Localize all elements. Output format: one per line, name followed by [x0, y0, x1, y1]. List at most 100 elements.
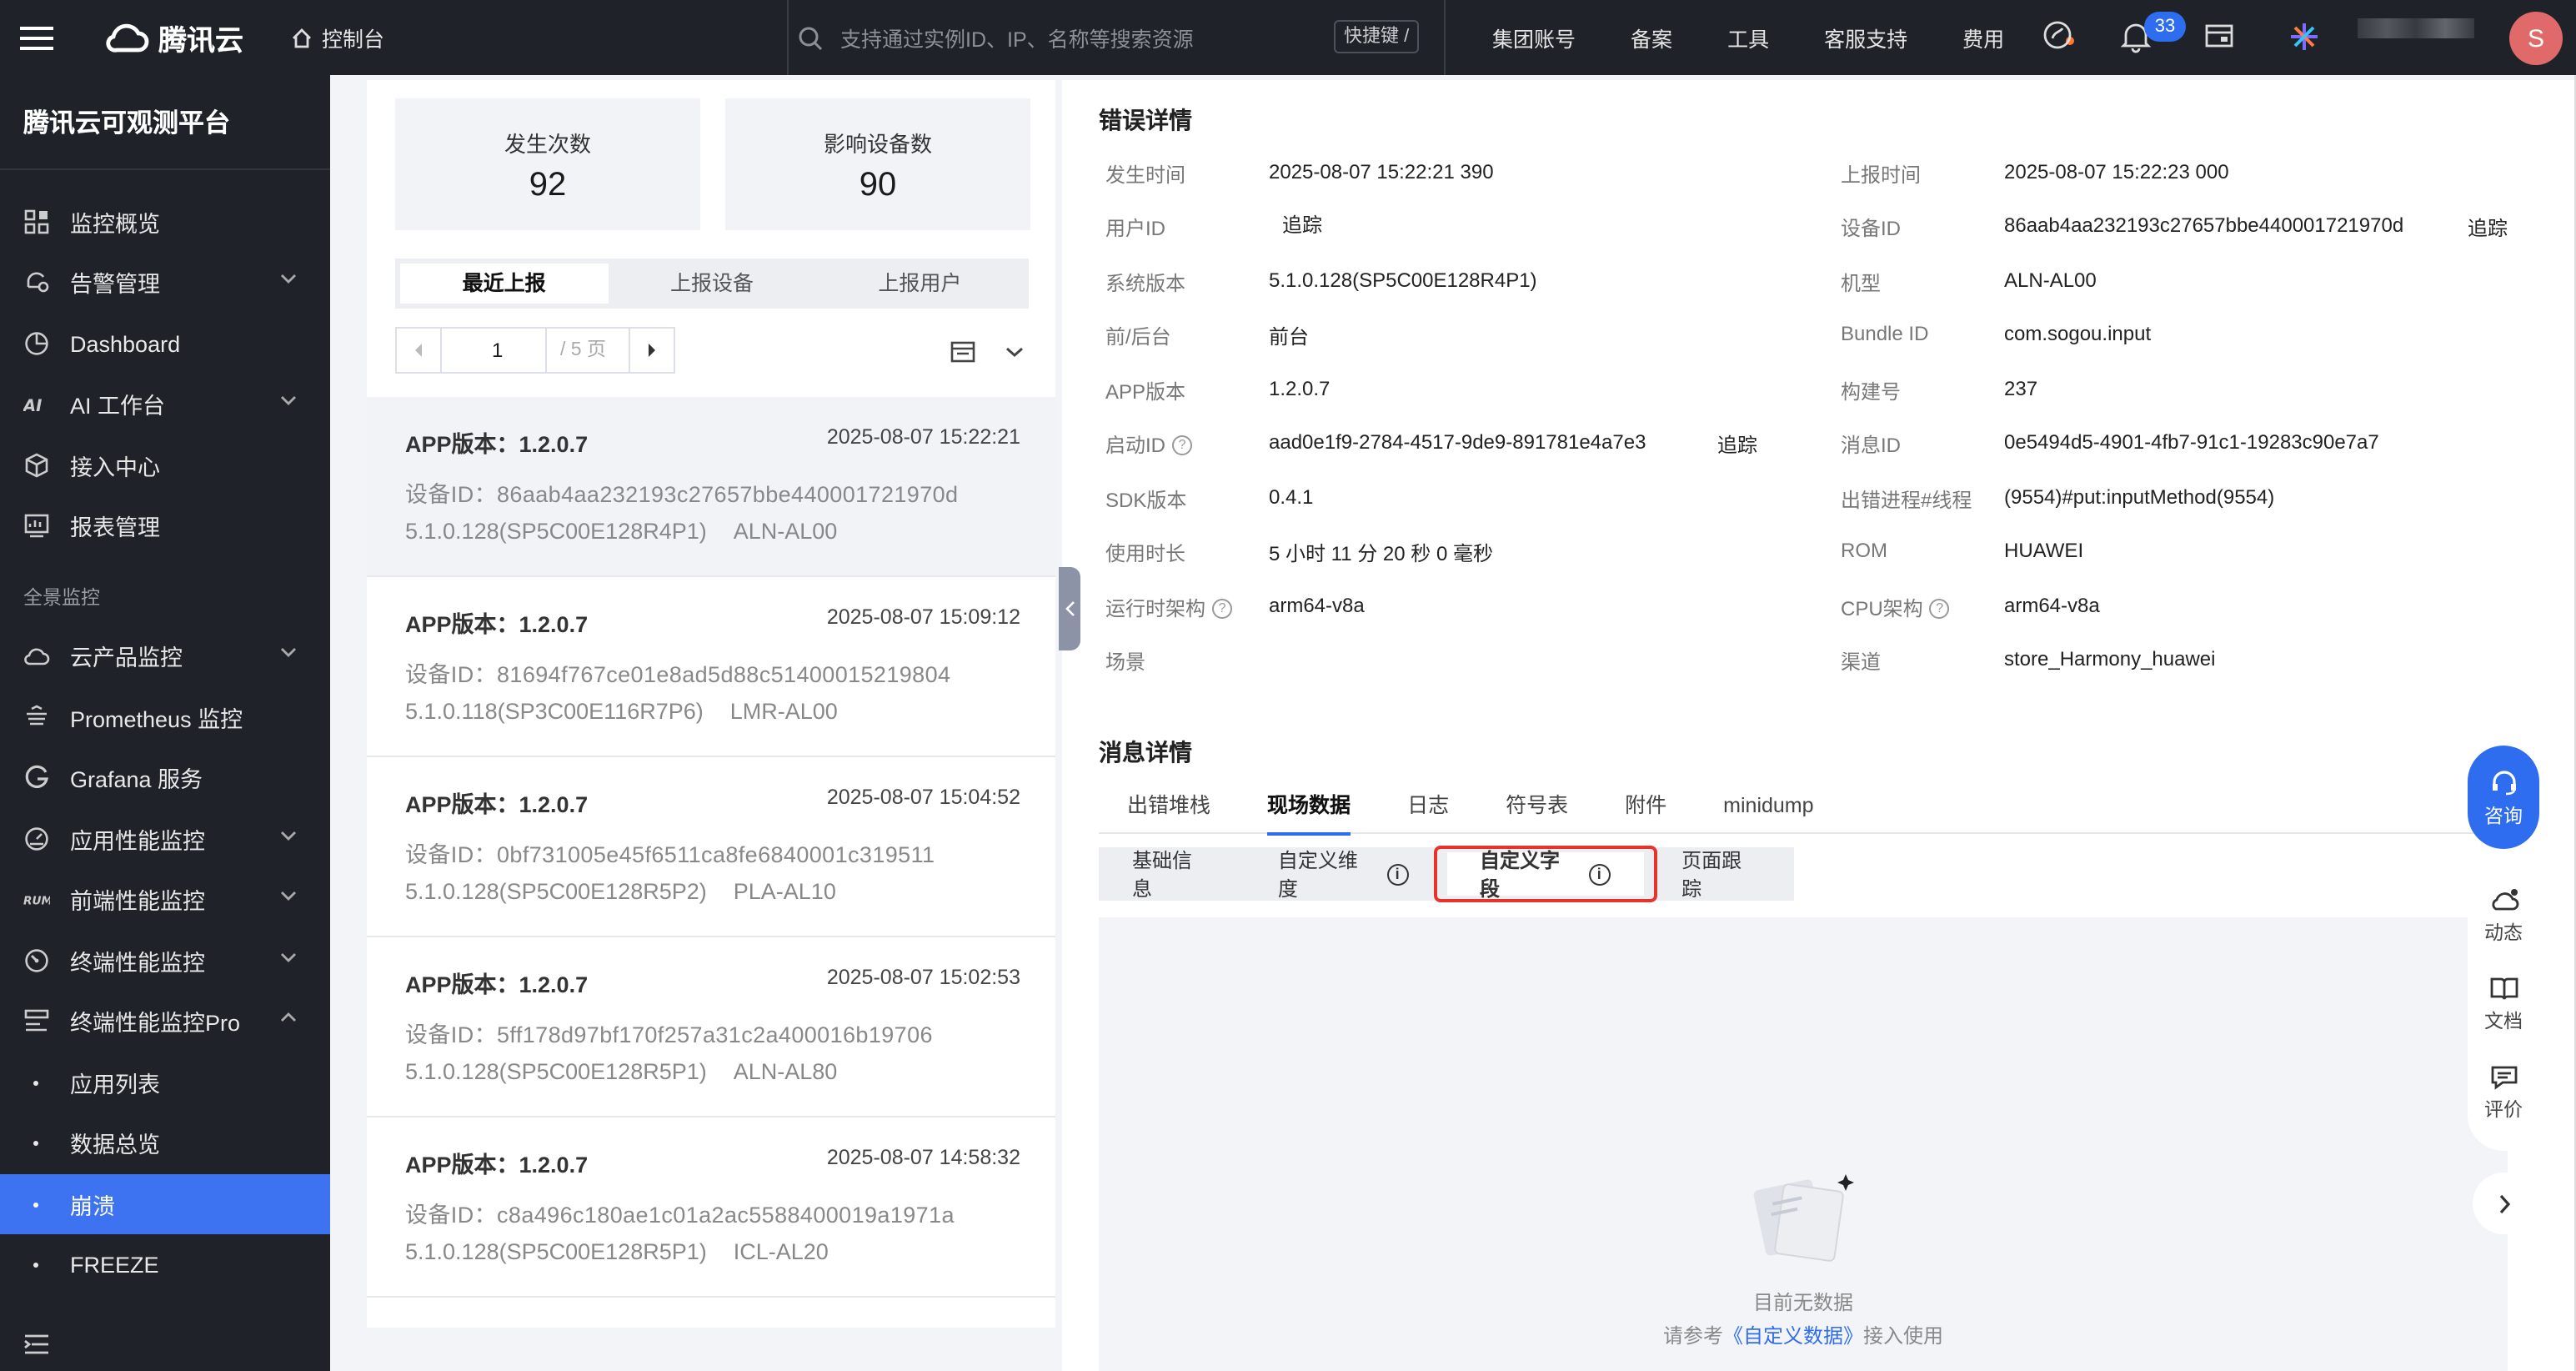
tab-minidump[interactable]: minidump: [1695, 784, 1842, 832]
pie-icon: [23, 330, 50, 357]
account-name-blurred[interactable]: [2358, 18, 2474, 38]
field-value: com.sogou.input: [2004, 322, 2152, 345]
nav-icp[interactable]: 备案: [1631, 22, 1672, 53]
billing-card-icon[interactable]: [2204, 22, 2234, 52]
field-value: store_Harmony_huawei: [2004, 647, 2216, 670]
sidebar-subitem-freeze[interactable]: FREEZE: [0, 1234, 330, 1294]
grafana-icon: [23, 764, 50, 791]
chevron-down-icon: [280, 272, 297, 285]
field-key-wrap: 启动ID?: [1105, 430, 1193, 459]
subtab-basic-info[interactable]: 基础信息: [1099, 849, 1245, 901]
console-label: 控制台: [322, 28, 385, 52]
trace-user-link[interactable]: 追踪: [1282, 210, 1322, 239]
tab-scene-data[interactable]: 现场数据: [1239, 784, 1379, 836]
stat-title: 发生次数: [504, 132, 591, 157]
book-icon: [2488, 976, 2518, 1002]
sidebar-item-grafana[interactable]: Grafana 服务: [0, 747, 330, 807]
tab-report-users[interactable]: 上报用户: [816, 264, 1024, 304]
subtab-page-trace[interactable]: 页面跟踪: [1648, 849, 1794, 901]
search-placeholder: 支持通过实例ID、IP、名称等搜索资源: [840, 28, 1194, 52]
crash-record-item[interactable]: APP版本：1.2.0.7 2025-08-07 15:02:53 设备ID：5…: [367, 937, 1055, 1117]
console-link[interactable]: 控制台: [290, 22, 384, 53]
sidebar-item-reports[interactable]: 报表管理: [0, 495, 330, 555]
sidebar-label: 告警管理: [70, 272, 160, 297]
info-icon: i: [1386, 863, 1408, 885]
headset-icon: [2488, 766, 2518, 796]
ai-sparkle-icon[interactable]: [2288, 20, 2321, 53]
chevron-right-icon: [2497, 1193, 2510, 1213]
sidebar-item-ai-workbench[interactable]: AI AI 工作台: [0, 374, 330, 434]
float-feedback[interactable]: 评价: [2484, 1064, 2523, 1122]
panel-collapse-handle[interactable]: [1059, 567, 1080, 650]
sidebar-item-terminal-monitor-pro[interactable]: 终端性能监控Pro: [0, 991, 330, 1051]
subtab-custom-dimension[interactable]: 自定义维度 i: [1245, 849, 1441, 901]
user-avatar[interactable]: S: [2509, 12, 2563, 65]
hamburger-menu-icon[interactable]: [0, 0, 73, 75]
crash-record-item[interactable]: APP版本：1.2.0.7 2025-08-07 15:09:12 设备ID：8…: [367, 577, 1055, 757]
field-key: 消息ID: [1841, 434, 1902, 457]
tencent-cloud-logo[interactable]: 腾讯云: [103, 17, 243, 58]
field-key: 使用时长: [1105, 542, 1186, 565]
sidebar-label: 云产品监控: [70, 645, 183, 670]
field-value: HUAWEI: [2004, 539, 2084, 562]
nav-tools[interactable]: 工具: [1727, 22, 1769, 53]
message-tabs: 出错堆栈 现场数据 日志 符号表 附件 minidump: [1099, 784, 2508, 836]
tab-symbols[interactable]: 符号表: [1477, 784, 1596, 832]
tab-stack[interactable]: 出错堆栈: [1099, 784, 1239, 832]
crash-record-item[interactable]: APP版本：1.2.0.7 2025-08-07 14:58:32 设备ID：c…: [367, 1117, 1055, 1298]
field-value: ALN-AL00: [2004, 269, 2097, 292]
page-total: / 5 页: [547, 329, 630, 372]
tab-report-devices[interactable]: 上报设备: [608, 264, 815, 304]
chevron-down-icon: [280, 645, 297, 659]
sidebar-subitem-app-list[interactable]: 应用列表: [0, 1052, 330, 1112]
float-news[interactable]: 动态: [2484, 887, 2523, 946]
crash-record-item[interactable]: APP版本：1.2.0.7 2025-08-07 15:04:52 设备ID：0…: [367, 757, 1055, 937]
chevron-down-icon: [280, 829, 297, 842]
global-search[interactable]: 支持通过实例ID、IP、名称等搜索资源: [797, 0, 1194, 75]
tab-logs[interactable]: 日志: [1379, 784, 1477, 832]
bell-gear-icon: [23, 269, 50, 295]
sidebar-item-apm[interactable]: 应用性能监控: [0, 809, 330, 869]
sidebar-item-overview[interactable]: 监控概览: [0, 192, 330, 252]
field-key: 上报时间: [1841, 163, 1922, 187]
collapse-sidebar-icon[interactable]: [23, 1333, 50, 1356]
tab-recent-reports[interactable]: 最近上报: [400, 264, 609, 304]
field-key: 运行时架构: [1105, 597, 1206, 620]
chat-icon[interactable]: [2041, 18, 2074, 52]
record-time: 2025-08-07 15:22:21: [826, 425, 1020, 449]
tab-attachments[interactable]: 附件: [1596, 784, 1695, 832]
expand-float-button[interactable]: [2473, 1173, 2534, 1234]
pagination: 1 / 5 页: [395, 327, 675, 374]
sidebar-item-terminal-monitor[interactable]: 终端性能监控: [0, 931, 330, 991]
sidebar-item-prometheus[interactable]: Prometheus 监控: [0, 687, 330, 747]
next-page-button[interactable]: [630, 329, 674, 372]
help-icon[interactable]: ?: [1172, 434, 1193, 454]
sidebar-item-cloud-monitor[interactable]: 云产品监控: [0, 625, 330, 686]
page-input[interactable]: 1: [440, 329, 547, 372]
nav-group-account[interactable]: 集团账号: [1492, 22, 1576, 53]
help-icon[interactable]: ?: [1212, 598, 1233, 618]
trace-device-link[interactable]: 追踪: [2468, 213, 2508, 242]
sidebar-subitem-data-overview[interactable]: 数据总览: [0, 1112, 330, 1173]
prev-page-button[interactable]: [397, 329, 440, 372]
calendar-icon[interactable]: [950, 340, 975, 364]
trace-launch-link[interactable]: 追踪: [1717, 430, 1757, 459]
crash-record-item[interactable]: APP版本：1.2.0.7 2025-08-07 15:22:21 设备ID：8…: [367, 397, 1055, 577]
chevron-down-icon: [280, 394, 297, 407]
consult-button[interactable]: 咨询: [2468, 746, 2539, 849]
float-docs[interactable]: 文档: [2484, 976, 2523, 1034]
help-icon[interactable]: ?: [1929, 598, 1950, 618]
sidebar-label: FREEZE: [70, 1252, 159, 1277]
nav-support[interactable]: 客服支持: [1824, 22, 1907, 53]
sidebar-item-dashboard[interactable]: Dashboard: [0, 314, 330, 374]
sidebar-item-access-center[interactable]: 接入中心: [0, 435, 330, 495]
sidebar-item-rum[interactable]: RUM 前端性能监控: [0, 869, 330, 929]
grid-icon: [23, 208, 50, 235]
chevron-down-icon[interactable]: [1005, 345, 1024, 359]
record-app-version: APP版本：1.2.0.7: [405, 972, 589, 997]
field-key: 启动ID: [1105, 434, 1166, 457]
custom-data-doc-link[interactable]: 《自定义数据》: [1723, 1324, 1863, 1348]
sidebar-item-alarm[interactable]: 告警管理: [0, 252, 330, 312]
sidebar-subitem-crash[interactable]: 崩溃: [0, 1174, 330, 1234]
bullet: [33, 1141, 38, 1146]
